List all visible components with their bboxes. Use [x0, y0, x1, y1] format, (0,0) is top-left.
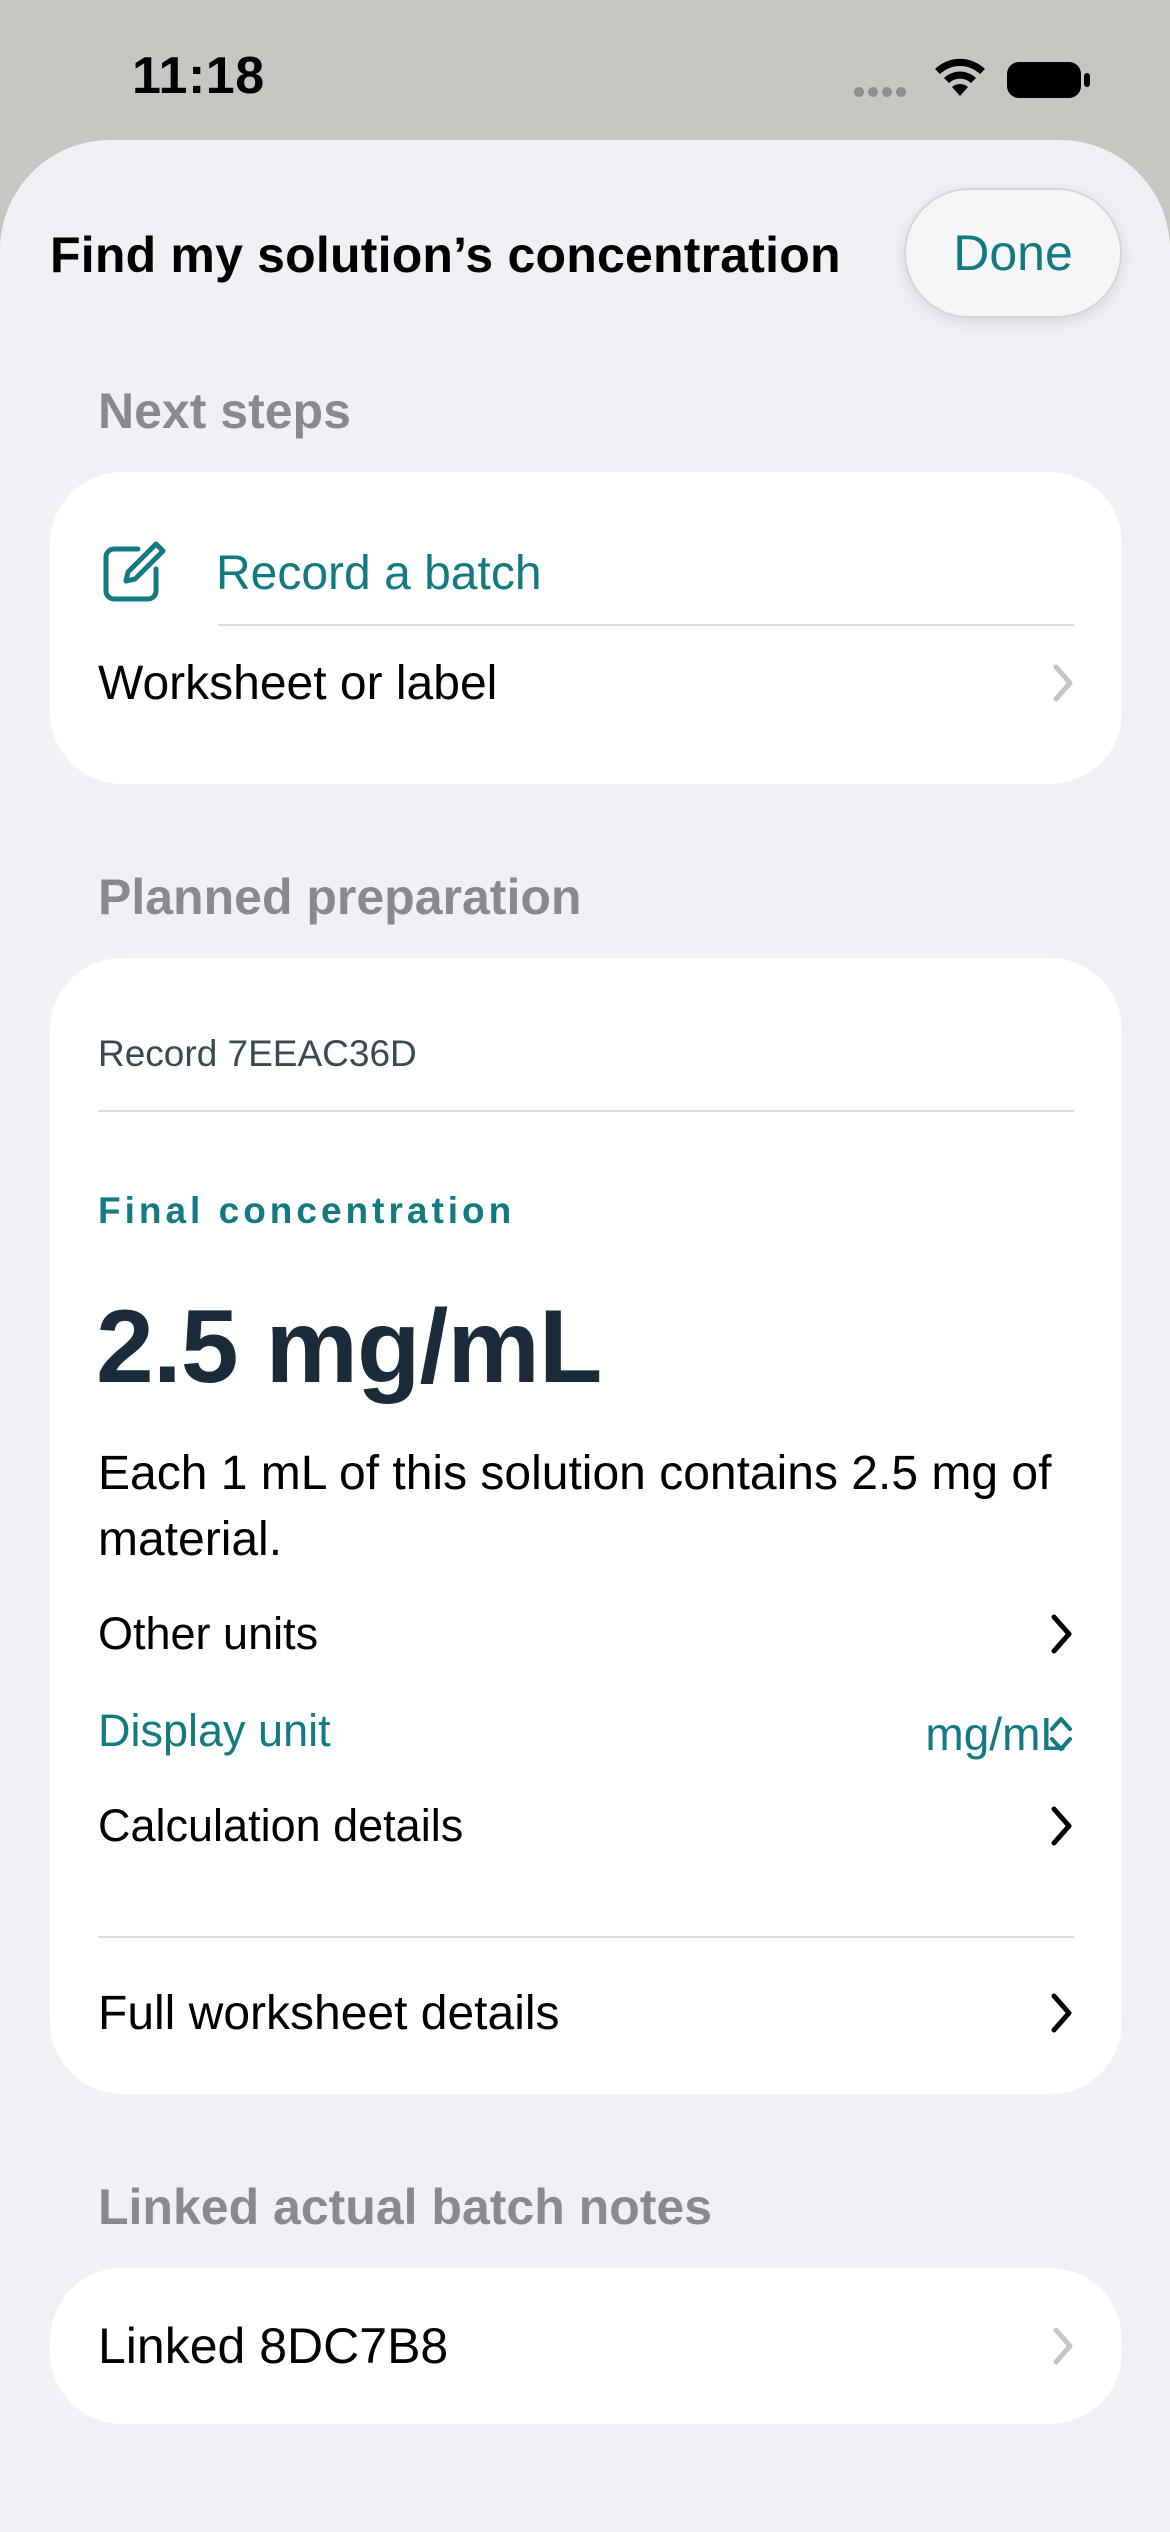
chevron-right-icon	[1051, 1614, 1072, 1654]
divider	[98, 1936, 1074, 1938]
worksheet-label-row[interactable]: Worksheet or label	[98, 628, 1074, 738]
record-batch-row[interactable]: Record a batch	[98, 518, 1074, 628]
other-units-label: Other units	[98, 1608, 319, 1659]
done-button[interactable]: Done	[904, 188, 1122, 318]
final-concentration-label: Final concentration	[98, 1190, 516, 1231]
chevron-right-icon	[1051, 1993, 1072, 2033]
battery-icon	[1007, 62, 1090, 98]
linked-batch-label: Linked 8DC7B8	[98, 2318, 449, 2374]
chevron-right-icon	[1053, 664, 1073, 702]
display-unit-label: Display unit	[98, 1705, 331, 1756]
divider	[218, 624, 1074, 626]
display-unit-select[interactable]: mg/mL	[925, 1707, 1066, 1761]
cellular-signal-icon	[854, 84, 910, 102]
calculation-details-row[interactable]: Calculation details	[98, 1786, 1074, 1866]
calculation-details-label: Calculation details	[98, 1800, 464, 1851]
status-bar: 11:18	[0, 0, 1170, 150]
other-units-row[interactable]: Other units	[98, 1594, 1074, 1674]
full-worksheet-details-label: Full worksheet details	[98, 1986, 560, 2040]
wifi-icon	[935, 58, 985, 96]
record-batch-label: Record a batch	[216, 546, 542, 600]
record-id: Record 7EEAC36D	[98, 1033, 417, 1074]
edit-note-icon	[103, 541, 166, 602]
chevron-right-icon	[1053, 2327, 1073, 2365]
concentration-value: 2.5 mg/mL	[96, 1289, 602, 1405]
worksheet-label-text: Worksheet or label	[98, 656, 498, 710]
planned-preparation-card: Record 7EEAC36D Final concentration 2.5 …	[50, 958, 1122, 2094]
section-header-linked-notes: Linked actual batch notes	[98, 2179, 713, 2235]
status-time: 11:18	[132, 47, 265, 105]
full-worksheet-details-row[interactable]: Full worksheet details	[98, 1958, 1074, 2068]
section-header-next-steps: Next steps	[98, 383, 351, 439]
linked-notes-card: Linked 8DC7B8	[50, 2268, 1122, 2424]
linked-batch-row[interactable]: Linked 8DC7B8	[98, 2291, 1074, 2401]
chevron-up-down-icon	[1050, 1717, 1072, 1751]
chevron-right-icon	[1051, 1806, 1072, 1846]
sheet-title: Find my solution’s concentration	[50, 227, 841, 283]
divider	[98, 1110, 1074, 1112]
next-steps-card: Record a batch Worksheet or label	[50, 472, 1122, 784]
section-header-planned-preparation: Planned preparation	[98, 869, 582, 925]
concentration-description: Each 1 mL of this solution contains 2.5 …	[98, 1447, 1052, 1566]
